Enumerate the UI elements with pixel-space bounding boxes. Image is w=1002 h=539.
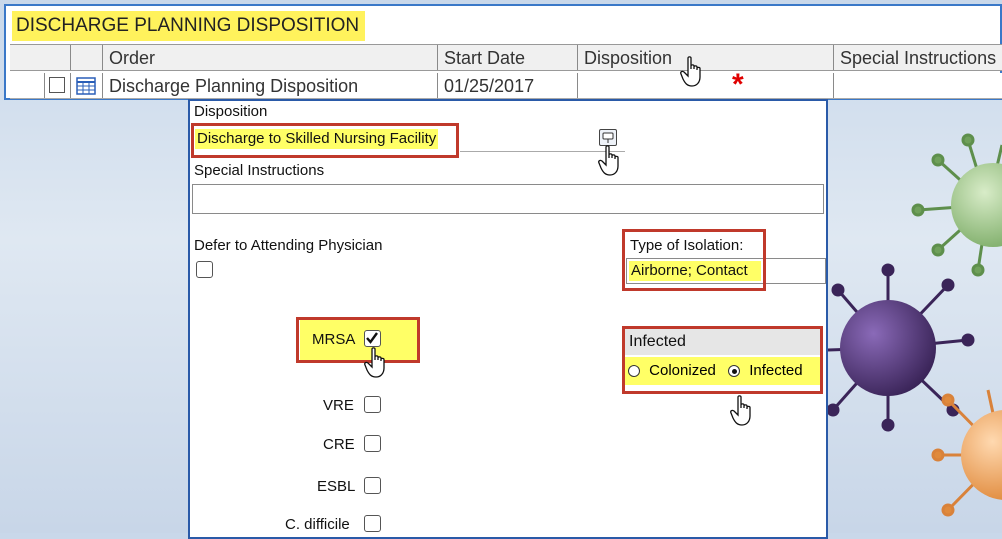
special-instructions-cell[interactable]	[833, 73, 1002, 98]
hand-cursor-icon	[680, 56, 701, 87]
cdiff-checkbox[interactable]	[364, 515, 381, 532]
esbl-checkbox[interactable]	[364, 477, 381, 494]
esbl-label: ESBL	[317, 478, 356, 495]
grid-header: Order Start Date Disposition Special Ins…	[10, 44, 1002, 71]
hand-cursor-icon	[598, 145, 619, 176]
row-checkbox[interactable]	[49, 77, 65, 93]
row-checkbox-cell[interactable]	[44, 73, 70, 98]
disposition-dropdown-button[interactable]	[599, 129, 617, 146]
orange-virus-icon	[931, 389, 1002, 517]
special-instructions-label: Special Instructions	[194, 162, 325, 179]
table-row[interactable]: Discharge Planning Disposition 01/25/201…	[10, 73, 1002, 99]
green-virus-icon	[911, 133, 1002, 277]
row-spacer	[10, 73, 44, 98]
virus-illustration	[828, 133, 1002, 517]
start-date-cell[interactable]: 01/25/2017	[437, 73, 577, 98]
defer-label: Defer to Attending Physician	[194, 237, 383, 254]
special-instructions-input[interactable]	[192, 184, 824, 214]
required-asterisk: *	[732, 68, 744, 101]
orders-grid: Order Start Date Disposition Special Ins…	[10, 44, 1002, 99]
hand-cursor-icon	[730, 395, 751, 426]
infected-callout	[622, 326, 823, 394]
column-header-select	[10, 45, 44, 70]
vre-label: VRE	[323, 397, 354, 414]
hand-cursor-icon	[364, 347, 385, 378]
column-header-icon	[70, 45, 102, 70]
row-icon-cell	[70, 73, 102, 98]
cre-checkbox[interactable]	[364, 435, 381, 452]
vre-checkbox[interactable]	[364, 396, 381, 413]
cre-label: CRE	[323, 436, 355, 453]
mrsa-callout	[296, 317, 420, 363]
disposition-form: Disposition Discharge to Skilled Nursing…	[188, 99, 828, 539]
cdiff-label: C. difficile	[285, 516, 350, 533]
disposition-label: Disposition	[194, 103, 268, 120]
page-title: DISCHARGE PLANNING DISPOSITION	[12, 11, 366, 41]
order-name-cell[interactable]: Discharge Planning Disposition	[102, 73, 437, 98]
order-grid-icon	[76, 77, 96, 95]
column-header-special-instructions[interactable]: Special Instructions	[833, 45, 1002, 70]
column-header-start-date[interactable]: Start Date	[437, 45, 577, 70]
orders-window: DISCHARGE PLANNING DISPOSITION Order Sta…	[4, 4, 1002, 100]
disposition-callout	[191, 123, 459, 158]
defer-checkbox[interactable]	[196, 261, 213, 278]
lookup-icon	[602, 132, 614, 143]
isolation-callout	[622, 229, 766, 291]
column-header-order[interactable]: Order	[102, 45, 437, 70]
